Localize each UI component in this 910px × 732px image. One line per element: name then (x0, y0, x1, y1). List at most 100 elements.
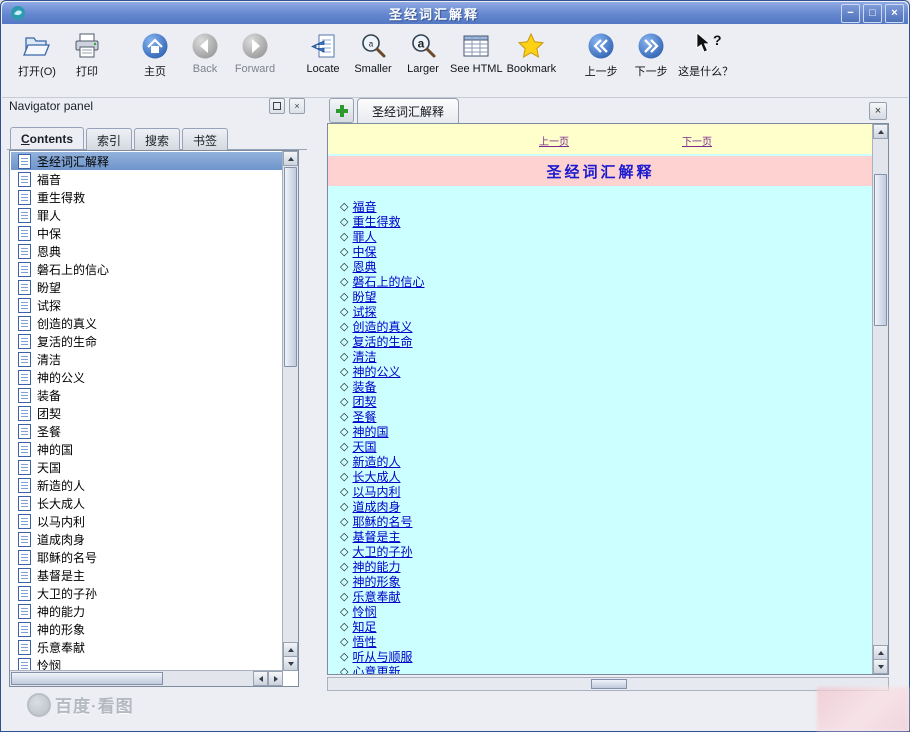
content-link-row: ◇ 大卫的子孙 (340, 544, 873, 559)
diamond-bullet: ◇ (340, 590, 348, 603)
content-link-row: ◇ 盼望 (340, 289, 873, 304)
scroll-thumb[interactable] (284, 167, 297, 367)
content-vertical-scrollbar[interactable] (872, 124, 888, 674)
tree-item[interactable]: 神的公义 (11, 368, 282, 386)
tab-contents[interactable]: Contents (10, 127, 84, 149)
scroll-down-button[interactable] (873, 659, 888, 674)
previous-button[interactable]: 上一步 (578, 29, 624, 79)
close-tab-button[interactable]: × (869, 102, 887, 120)
scroll-up-button[interactable] (873, 645, 888, 660)
tree-item[interactable]: 怜悯 (11, 656, 282, 670)
content-tab[interactable]: 圣经词汇解释 (357, 98, 459, 124)
scroll-thumb[interactable] (874, 174, 887, 326)
tree-item[interactable]: 装备 (11, 386, 282, 404)
content-page: 上一页 下一页 圣经词汇解释 ◇ 福音 ◇ 重生得救 ◇ 罪人 ◇ 中保 ◇ 恩… (328, 124, 873, 674)
tree-item[interactable]: 长大成人 (11, 494, 282, 512)
back-button[interactable]: Back (182, 29, 228, 75)
tree-item[interactable]: 磐石上的信心 (11, 260, 282, 278)
tree-item[interactable]: 罪人 (11, 206, 282, 224)
forward-button[interactable]: Forward (232, 29, 278, 75)
diamond-bullet: ◇ (340, 575, 348, 588)
minimize-button[interactable]: − (841, 4, 860, 23)
tree-item[interactable]: 圣餐 (11, 422, 282, 440)
document-icon (18, 262, 31, 277)
tree-item[interactable]: 基督是主 (11, 566, 282, 584)
tree-item[interactable]: 复活的生命 (11, 332, 282, 350)
tree-item[interactable]: 团契 (11, 404, 282, 422)
tree-item[interactable]: 耶稣的名号 (11, 548, 282, 566)
scroll-up-button[interactable] (283, 642, 298, 657)
open-label: 打开(O) (18, 63, 56, 79)
content-link[interactable]: 心意更新 (352, 663, 400, 674)
tab-search[interactable]: 搜索 (134, 128, 180, 150)
next-button[interactable]: 下一步 (628, 29, 674, 79)
tab-bookmarks[interactable]: 书签 (182, 128, 228, 150)
tree-item[interactable]: 神的形象 (11, 620, 282, 638)
content-link-row: ◇ 清洁 (340, 349, 873, 364)
diamond-bullet: ◇ (340, 275, 348, 288)
tree-item[interactable]: 新造的人 (11, 476, 282, 494)
navigator-panel: Navigator panel × Contents 索引 搜索 书签 圣经词汇… (7, 95, 307, 691)
tab-index[interactable]: 索引 (86, 128, 132, 150)
tree-item[interactable]: 以马内利 (11, 512, 282, 530)
diamond-bullet: ◇ (340, 545, 348, 558)
forward-icon (240, 29, 270, 62)
content-link-row: ◇ 试探 (340, 304, 873, 319)
zoom-in-icon: a (408, 29, 438, 62)
document-icon (18, 208, 31, 223)
add-tab-button[interactable] (329, 98, 354, 123)
html-icon (461, 29, 491, 62)
close-panel-button[interactable]: × (289, 98, 305, 114)
scroll-down-button[interactable] (283, 656, 298, 671)
see-html-button[interactable]: See HTML (450, 29, 503, 75)
tree-item[interactable]: 乐意奉献 (11, 638, 282, 656)
tree-item[interactable]: 创造的真义 (11, 314, 282, 332)
tree-horizontal-scrollbar[interactable] (10, 670, 283, 686)
scroll-up-button[interactable] (283, 151, 298, 166)
tree-item[interactable]: 重生得救 (11, 188, 282, 206)
page-title: 圣经词汇解释 (546, 161, 654, 182)
tree-item[interactable]: 道成肉身 (11, 530, 282, 548)
tree-item[interactable]: 天国 (11, 458, 282, 476)
document-icon (18, 352, 31, 367)
home-button[interactable]: 主页 (132, 29, 178, 79)
contents-tree: 圣经词汇解释 福音 重生得救 罪人 中保 恩典 磐石上的信心 盼望 试探 创造的… (11, 152, 282, 670)
smaller-button[interactable]: a Smaller (350, 29, 396, 75)
tree-item[interactable]: 大卫的子孙 (11, 584, 282, 602)
locate-button[interactable]: Locate (300, 29, 346, 75)
tree-item[interactable]: 恩典 (11, 242, 282, 260)
content-horizontal-scrollbar[interactable] (327, 677, 889, 691)
header-link-next[interactable]: 下一页 (682, 133, 712, 148)
tree-item[interactable]: 神的能力 (11, 602, 282, 620)
larger-button[interactable]: a Larger (400, 29, 446, 75)
header-link-prev[interactable]: 上一页 (539, 133, 569, 148)
open-button[interactable]: 打开(O) (14, 29, 60, 79)
scroll-up-button[interactable] (873, 124, 888, 139)
tree-item[interactable]: 神的国 (11, 440, 282, 458)
tree-item[interactable]: 福音 (11, 170, 282, 188)
tree-item[interactable]: 中保 (11, 224, 282, 242)
tree-item[interactable]: 试探 (11, 296, 282, 314)
content-link-row: ◇ 悟性 (340, 634, 873, 649)
diamond-bullet: ◇ (340, 305, 348, 318)
scroll-thumb[interactable] (591, 679, 627, 689)
print-button[interactable]: 打印 (64, 29, 110, 79)
whats-this-button[interactable]: ? 这是什么？ (678, 29, 733, 79)
scroll-thumb[interactable] (11, 672, 163, 685)
scroll-right-button[interactable] (268, 671, 283, 686)
document-icon (18, 280, 31, 295)
tree-item[interactable]: 盼望 (11, 278, 282, 296)
titlebar[interactable]: 圣经词汇解释 − □ × (2, 2, 908, 24)
tree-item[interactable]: 清洁 (11, 350, 282, 368)
scroll-left-button[interactable] (253, 671, 268, 686)
document-icon (18, 316, 31, 331)
tree-vertical-scrollbar[interactable] (282, 151, 298, 671)
maximize-button[interactable]: □ (863, 4, 882, 23)
document-icon (18, 496, 31, 511)
close-button[interactable]: × (885, 4, 904, 23)
float-panel-button[interactable] (269, 98, 285, 114)
previous-icon (586, 29, 616, 62)
bookmark-button[interactable]: Bookmark (507, 29, 557, 75)
whats-this-label: 这是什么？ (678, 63, 733, 79)
tree-item[interactable]: 圣经词汇解释 (11, 152, 282, 170)
